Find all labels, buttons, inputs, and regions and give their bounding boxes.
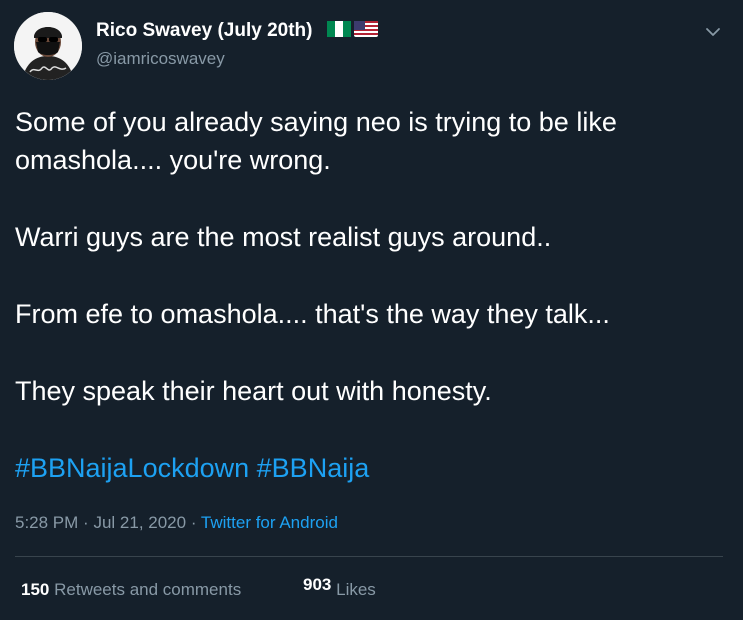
author-name[interactable]: Rico Swavey (July 20th) bbox=[96, 20, 312, 42]
likes-label: Likes bbox=[336, 580, 376, 599]
tweet-line: Some of you already saying neo is trying… bbox=[15, 107, 617, 175]
meta-separator: · bbox=[83, 513, 89, 532]
tweet-time[interactable]: 5:28 PM bbox=[15, 513, 78, 532]
likes-count: 903 bbox=[303, 575, 332, 594]
tweet-line: They speak their heart out with honesty. bbox=[15, 376, 492, 406]
more-options-button[interactable] bbox=[701, 20, 725, 44]
retweets-stat[interactable]: 150 Retweets and comments bbox=[21, 580, 241, 599]
tweet-source-link[interactable]: Twitter for Android bbox=[201, 513, 338, 532]
usa-flag-icon bbox=[354, 21, 378, 37]
retweets-count: 150 bbox=[21, 580, 50, 599]
divider bbox=[15, 556, 723, 557]
tweet-stats: 150 Retweets and comments 903 Likes bbox=[21, 575, 376, 600]
tweet-meta: 5:28 PM · Jul 21, 2020 · Twitter for And… bbox=[15, 513, 338, 533]
chevron-down-icon bbox=[706, 28, 720, 36]
author-handle[interactable]: @iamricoswavey bbox=[96, 49, 225, 69]
likes-stat[interactable]: 903 Likes bbox=[303, 575, 376, 600]
tweet-line: Warri guys are the most realist guys aro… bbox=[15, 222, 552, 252]
tweet-card: Rico Swavey (July 20th) @iamricoswavey S… bbox=[0, 0, 743, 620]
author-flags bbox=[327, 21, 378, 37]
tweet-date[interactable]: Jul 21, 2020 bbox=[93, 513, 186, 532]
tweet-line: From efe to omashola.... that's the way … bbox=[15, 299, 610, 329]
hashtags: #BBNaijaLockdown #BBNaija bbox=[15, 449, 727, 487]
meta-separator: · bbox=[190, 513, 197, 532]
hashtag-link[interactable]: #BBNaijaLockdown bbox=[15, 453, 249, 483]
tweet-text: Some of you already saying neo is trying… bbox=[15, 103, 727, 487]
profile-photo bbox=[14, 12, 82, 80]
retweets-label: Retweets and comments bbox=[54, 580, 242, 599]
hashtag-link[interactable]: #BBNaija bbox=[257, 453, 370, 483]
avatar[interactable] bbox=[14, 12, 82, 80]
nigeria-flag-icon bbox=[327, 21, 351, 37]
